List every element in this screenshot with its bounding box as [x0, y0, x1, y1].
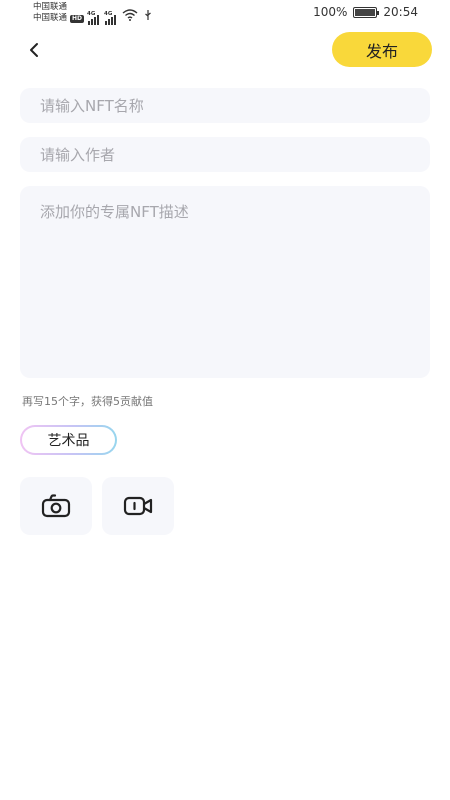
- back-button[interactable]: [22, 38, 46, 62]
- nft-name-input[interactable]: [20, 88, 430, 123]
- network-1-label: 4G: [87, 11, 96, 17]
- add-photo-button[interactable]: [20, 477, 92, 535]
- wifi-icon: [122, 6, 138, 25]
- author-input[interactable]: [20, 137, 430, 172]
- signal-2-icon: 4G: [104, 11, 116, 25]
- usb-icon: [144, 6, 152, 25]
- carrier-2-label: 中国联通: [33, 13, 68, 23]
- battery-icon: [353, 6, 380, 18]
- carrier-info: 中国联通 中国联通 HD: [33, 2, 85, 24]
- battery-percent: 100%: [313, 5, 348, 19]
- video-camera-icon: [123, 496, 153, 516]
- tag-chip-label: 艺术品: [22, 427, 115, 453]
- camera-icon: [41, 494, 71, 518]
- status-bar: 中国联通 中国联通 HD 4G 4G 100% 20:54: [0, 0, 450, 26]
- signal-indicators: 4G 4G: [87, 6, 152, 25]
- battery-fill: [355, 8, 376, 16]
- add-video-button[interactable]: [102, 477, 174, 535]
- network-2-label: 4G: [104, 11, 113, 17]
- nft-description-input[interactable]: [20, 186, 430, 378]
- publish-button[interactable]: 发布: [332, 32, 432, 67]
- word-count-hint: 再写15个字，获得5贡献值: [22, 395, 153, 408]
- chevron-left-icon: [30, 43, 38, 57]
- clock: 20:54: [383, 5, 418, 19]
- status-right: 100% 20:54: [313, 5, 418, 19]
- signal-1-icon: 4G: [87, 11, 99, 25]
- carrier-1-label: 中国联通: [33, 2, 68, 12]
- hd-badge: HD: [70, 14, 85, 23]
- tag-chip-art[interactable]: 艺术品: [20, 425, 117, 455]
